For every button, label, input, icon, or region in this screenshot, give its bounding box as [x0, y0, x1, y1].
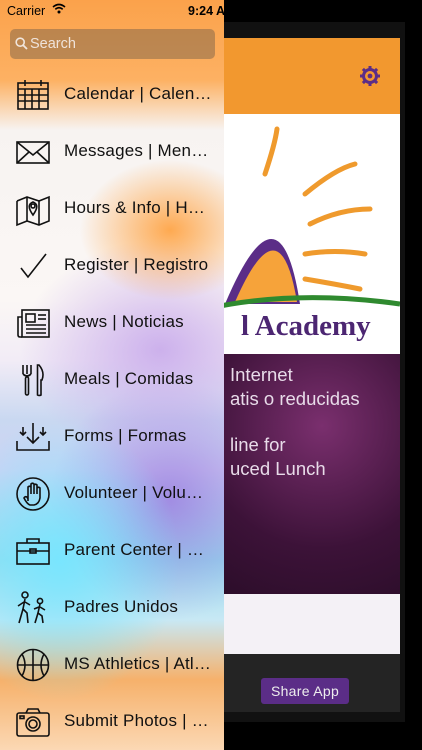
menu-item-label: MS Athletics | Atletismo: [64, 654, 212, 673]
utensils-icon: [22, 364, 44, 397]
carrier-label: Carrier: [7, 4, 46, 18]
briefcase-icon: [16, 538, 50, 565]
menu-item-news[interactable]: News | Noticias: [0, 294, 224, 351]
raised-hand-icon: [16, 477, 50, 511]
menu-item-label: Meals | Comidas: [64, 369, 194, 388]
menu-item-label: Messages | Mensajes: [64, 141, 212, 160]
promo-banner[interactable]: Internet atis o reducidas line for uced …: [205, 354, 400, 594]
walking-people-icon: [17, 591, 46, 624]
share-app-button[interactable]: Share App: [261, 678, 349, 704]
drawer-menu: Calendar | Calendario Messages | Mensaje…: [0, 66, 224, 750]
menu-item-label: Parent Center | Centro: [64, 540, 212, 559]
menu-item-forms[interactable]: Forms | Formas: [0, 408, 224, 465]
calendar-icon: [17, 80, 49, 110]
status-bar: Carrier 9:24 A: [0, 0, 422, 22]
menu-item-label: Forms | Formas: [64, 426, 187, 445]
content-band: [205, 594, 400, 654]
search-input[interactable]: [30, 29, 210, 59]
checkmark-icon: [20, 253, 47, 279]
menu-item-ms-athletics[interactable]: MS Athletics | Atletismo: [0, 636, 224, 693]
clock: 9:24 A: [188, 4, 226, 18]
logo-text: l Academy: [241, 310, 371, 342]
menu-item-padres-unidos[interactable]: Padres Unidos: [0, 579, 224, 636]
menu-item-label: Register | Registro: [64, 255, 209, 274]
menu-item-label: Padres Unidos: [64, 597, 179, 616]
promo-line: line for: [230, 434, 286, 455]
promo-line: atis o reducidas: [230, 388, 360, 409]
map-icon: [16, 195, 50, 227]
newspaper-icon: [17, 309, 50, 338]
menu-item-messages[interactable]: Messages | Mensajes: [0, 123, 224, 180]
menu-item-label: News | Noticias: [64, 312, 184, 331]
menu-item-label: Submit Photos | Fotos: [64, 711, 212, 730]
menu-item-meals[interactable]: Meals | Comidas: [0, 351, 224, 408]
app-header: [205, 38, 400, 114]
promo-line: Internet: [230, 364, 293, 385]
basketball-icon: [16, 648, 50, 682]
menu-item-register[interactable]: Register | Registro: [0, 237, 224, 294]
app-footer: Share App: [205, 654, 400, 712]
menu-item-calendar[interactable]: Calendar | Calendario: [0, 66, 224, 123]
search-icon: [15, 37, 28, 50]
gear-icon[interactable]: [359, 65, 381, 87]
background-app: l Academy Internet atis o reducidas line…: [205, 22, 405, 722]
menu-item-hours-info[interactable]: Hours & Info | Horario: [0, 180, 224, 237]
side-drawer: Calendar | Calendario Messages | Mensaje…: [0, 0, 224, 750]
menu-item-parent-center[interactable]: Parent Center | Centro: [0, 522, 224, 579]
camera-icon: [16, 708, 50, 737]
school-logo: l Academy: [205, 114, 400, 354]
menu-item-label: Calendar | Calendario: [64, 84, 212, 103]
promo-line: uced Lunch: [230, 458, 326, 479]
download-tray-icon: [16, 423, 50, 451]
menu-item-volunteer[interactable]: Volunteer | Voluntario: [0, 465, 224, 522]
menu-item-label: Volunteer | Voluntario: [64, 483, 212, 502]
menu-item-label: Hours & Info | Horario: [64, 198, 212, 217]
envelope-icon: [16, 141, 50, 164]
wifi-icon: [52, 3, 66, 14]
menu-item-submit-photos[interactable]: Submit Photos | Fotos: [0, 693, 224, 750]
search-bar[interactable]: [10, 29, 215, 59]
